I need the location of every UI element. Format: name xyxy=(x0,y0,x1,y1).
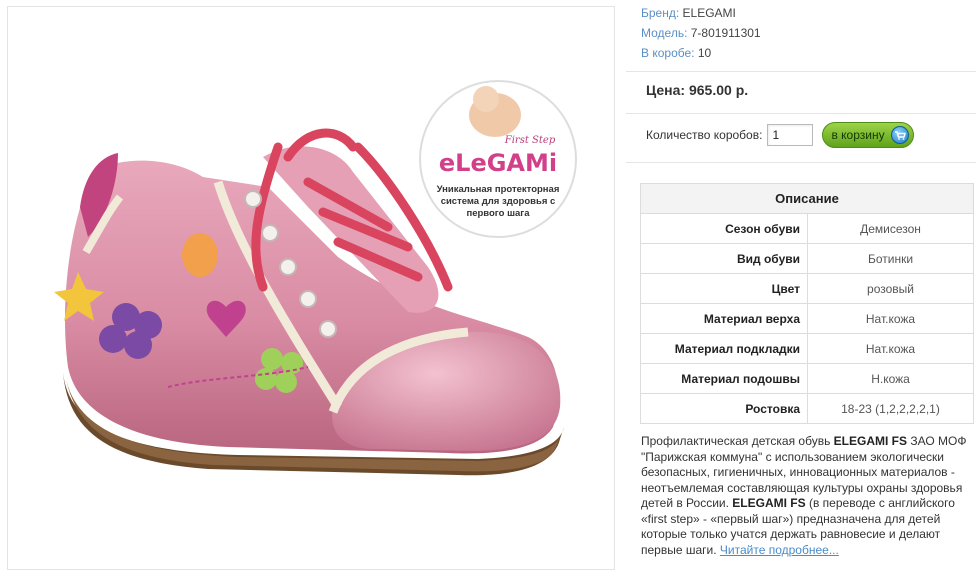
spec-label: Вид обуви xyxy=(640,243,808,274)
table-row: Вид обуви Ботинки xyxy=(640,243,974,274)
spec-table-title: Описание xyxy=(640,183,974,214)
spec-label: Материал подошвы xyxy=(640,363,808,394)
qty-input[interactable] xyxy=(767,124,814,146)
product-info-panel: Бренд: ELEGAMI Модель: 7-801911301 В кор… xyxy=(626,0,980,574)
spec-value: розовый xyxy=(807,273,974,304)
product-meta: Бренд: ELEGAMI Модель: 7-801911301 В кор… xyxy=(641,3,761,63)
shoe-illustration: First Step eLeGAMi Уникальная протекторн… xyxy=(54,80,577,476)
product-image[interactable]: First Step eLeGAMi Уникальная протекторн… xyxy=(7,6,615,570)
spec-value: Н.кожа xyxy=(807,363,974,394)
box-label: В коробе: xyxy=(641,46,695,60)
divider xyxy=(626,162,976,163)
badge-line-3: первого шага xyxy=(466,208,530,219)
order-row: Количество коробов: в корзину xyxy=(646,122,915,148)
spec-table: Описание Сезон обуви Демисезон Вид обуви… xyxy=(640,183,974,424)
spec-label: Материал верха xyxy=(640,303,808,334)
brand-value: ELEGAMI xyxy=(682,6,736,20)
spec-value: Нат.кожа xyxy=(807,333,974,364)
badge-line-1: Уникальная протекторная xyxy=(437,184,560,195)
model-value: 7-801911301 xyxy=(690,26,761,40)
add-to-cart-button[interactable]: в корзину xyxy=(822,122,915,148)
desc-brand-2: ELEGAMI FS xyxy=(732,496,806,510)
elegami-badge: First Step eLeGAMi Уникальная протекторн… xyxy=(419,80,577,238)
table-row: Ростовка 18-23 (1,2,2,2,2,1) xyxy=(640,393,974,424)
table-row: Сезон обуви Демисезон xyxy=(640,213,974,244)
badge-tagline: First Step xyxy=(504,135,556,146)
table-row: Материал верха Нат.кожа xyxy=(640,303,974,334)
brand-row: Бренд: ELEGAMI xyxy=(641,3,761,23)
spec-label: Сезон обуви xyxy=(640,213,808,244)
product-description: Профилактическая детская обувь ELEGAMI F… xyxy=(641,434,977,558)
qty-label: Количество коробов: xyxy=(646,128,763,142)
brand-label: Бренд: xyxy=(641,6,680,20)
price: Цена: 965.00 р. xyxy=(646,82,749,98)
table-row: Цвет розовый xyxy=(640,273,974,304)
desc-text-1: Профилактическая детская обувь xyxy=(641,434,834,448)
spec-value: Нат.кожа xyxy=(807,303,974,334)
model-label: Модель: xyxy=(641,26,688,40)
desc-brand-1: ELEGAMI FS xyxy=(833,434,907,448)
add-to-cart-label: в корзину xyxy=(831,128,885,142)
model-row: Модель: 7-801911301 xyxy=(641,23,761,43)
read-more-link[interactable]: Читайте подробнее... xyxy=(720,543,839,557)
badge-line-2: система для здоровья с xyxy=(441,196,556,207)
spec-label: Цвет xyxy=(640,273,808,304)
table-row: Материал подошвы Н.кожа xyxy=(640,363,974,394)
spec-value: Ботинки xyxy=(807,243,974,274)
box-value: 10 xyxy=(697,46,712,60)
divider xyxy=(626,113,976,114)
badge-logo: eLeGAMi xyxy=(439,149,557,177)
box-row: В коробе: 10 xyxy=(641,43,761,63)
cart-icon xyxy=(891,126,910,144)
divider xyxy=(626,71,976,72)
spec-label: Материал подкладки xyxy=(640,333,808,364)
spec-label: Ростовка xyxy=(640,393,808,424)
table-row: Материал подкладки Нат.кожа xyxy=(640,333,974,364)
spec-value: 18-23 (1,2,2,2,2,1) xyxy=(807,393,974,424)
spec-value: Демисезон xyxy=(807,213,974,244)
